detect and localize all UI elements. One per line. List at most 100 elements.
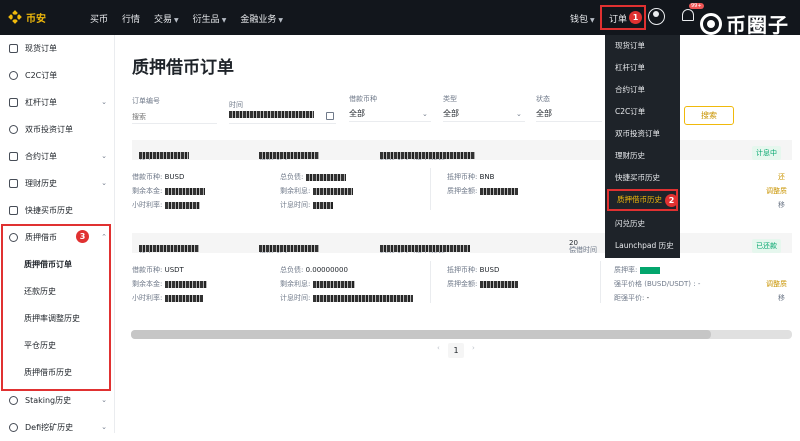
sidebar-item-spot-orders[interactable]: 现货订单 — [0, 35, 115, 62]
menu-item-dual-investment[interactable]: 双币投资订单 — [605, 123, 680, 145]
nav-trade[interactable]: 交易 ▼ — [154, 12, 179, 25]
row-label: 小时利率: — [132, 294, 163, 302]
sidebar-item-dual-investment[interactable]: 双币投资订单 — [0, 116, 115, 143]
pledge-amount-row: 质押金额: — [447, 279, 518, 289]
type-select[interactable]: 全部 — [443, 108, 525, 122]
nav-finance[interactable]: 金融业务 ▼ — [240, 12, 283, 25]
redacted-expire-time — [380, 245, 470, 252]
redacted-order-id — [139, 245, 199, 252]
divider — [600, 261, 601, 303]
menu-item-earn-history[interactable]: 理财历史 — [605, 145, 680, 167]
calendar-icon[interactable] — [326, 112, 334, 120]
chevron-down-icon: ⌄ — [101, 423, 107, 431]
redacted-borrow-time — [259, 245, 319, 252]
borrow-coin-label: 借款币种 — [349, 95, 377, 103]
page-title: 质押借币订单 — [132, 58, 234, 78]
menu-item-spot-orders[interactable]: 现货订单 — [605, 35, 680, 57]
sidebar-item-quick-buy-history[interactable]: 快捷买币历史 — [0, 197, 115, 224]
search-button[interactable]: 搜索 — [684, 106, 734, 125]
repay-time-label-text: 偿借时间 — [569, 246, 597, 254]
user-icon[interactable] — [648, 8, 665, 25]
redacted-value — [312, 294, 413, 302]
binance-logo[interactable]: 币安 — [8, 10, 46, 25]
principal-row: 剩余本金: — [132, 279, 207, 289]
principal-row: 剩余本金: — [132, 186, 205, 196]
order-card-2-header: 订单ID 借款时间 到期时间（借币期限） 偿借时间 20 已还款 — [132, 233, 792, 254]
menu-item-convert-history[interactable]: 闪兑历史 — [605, 213, 680, 235]
row-label: 质押金额: — [447, 187, 478, 195]
prev-page-button[interactable]: ‹ — [437, 344, 440, 352]
adjust-ltv-link[interactable]: 调整质 — [766, 279, 787, 289]
pledge-amount-row: 质押金额: — [447, 186, 518, 196]
borrow-coin-row: 借款币种: USDT — [132, 265, 184, 275]
defi-icon — [9, 423, 18, 432]
repay-link[interactable]: 还 — [778, 172, 785, 182]
sidebar-item-c2c-orders[interactable]: C2C订单 — [0, 62, 115, 89]
redacted-value — [312, 201, 333, 209]
nav-markets[interactable]: 行情 — [122, 12, 140, 25]
wallet-menu[interactable]: 钱包 ▼ — [570, 12, 595, 25]
order-no-search-input[interactable] — [132, 110, 217, 124]
redacted-value — [312, 280, 355, 288]
menu-item-futures-orders[interactable]: 合约订单 — [605, 79, 680, 101]
redacted-value — [305, 173, 346, 181]
collateral-value: BUSD — [479, 266, 500, 274]
redacted-order-id — [139, 152, 189, 159]
margin-icon — [9, 98, 18, 107]
quick-buy-icon — [9, 206, 18, 215]
order-card-1-header: 订单ID 借款时间 到期时间（借币期限） 计息中 — [132, 140, 792, 161]
row-label: 质押率: — [614, 266, 638, 274]
sidebar-item-label: 杠杆订单 — [25, 98, 57, 107]
sidebar-item-label: 理财历史 — [25, 179, 57, 188]
borrow-coin-select[interactable]: 全部 — [349, 108, 431, 122]
nav-derivatives[interactable]: 衍生品 ▼ — [193, 12, 227, 25]
nav-derivatives-label: 衍生品 — [192, 15, 220, 25]
next-page-button[interactable]: › — [472, 344, 475, 352]
menu-item-margin-orders[interactable]: 杠杆订单 — [605, 57, 680, 79]
menu-item-quick-buy-history[interactable]: 快捷买币历史 — [605, 167, 680, 189]
staking-icon — [9, 396, 18, 405]
row-label: 计息时间: — [280, 294, 311, 302]
chevron-down-icon: ⌄ — [101, 179, 107, 187]
sidebar-item-label: 双币投资订单 — [25, 125, 73, 134]
row-label: 总负债: — [280, 173, 304, 181]
horizontal-scrollbar[interactable] — [131, 330, 792, 339]
type-label: 类型 — [443, 95, 457, 103]
sidebar-item-defi-mining-history[interactable]: Defi挖矿历史 ⌄ — [0, 414, 115, 441]
status-select[interactable]: 全部 — [536, 108, 602, 122]
sidebar-item-earn-history[interactable]: 理财历史 ⌄ — [0, 170, 115, 197]
redacted-borrow-time — [259, 152, 319, 159]
nav-trade-label: 交易 — [154, 15, 173, 25]
more-link[interactable]: 移 — [778, 293, 785, 303]
divider — [430, 168, 431, 210]
redacted-value — [479, 280, 518, 288]
sidebar-item-futures-orders[interactable]: 合约订单 ⌄ — [0, 143, 115, 170]
bell-icon[interactable] — [681, 8, 694, 22]
status-badge: 计息中 — [752, 146, 781, 160]
time-range-input[interactable] — [229, 110, 336, 124]
order-no-label: 订单编号 — [132, 97, 160, 105]
total-debt-value: 0.00000000 — [305, 266, 348, 274]
collateral-value: BNB — [479, 173, 495, 181]
sidebar-item-label: Defi挖矿历史 — [25, 423, 74, 432]
distance-value: - — [646, 294, 650, 302]
chevron-down-icon: ⌄ — [101, 98, 107, 106]
chevron-down-icon: ▼ — [221, 17, 227, 24]
ltv-row: 质押率: — [614, 265, 660, 275]
adjust-ltv-link[interactable]: 调整质 — [766, 186, 787, 196]
interest-time-row: 计息时间: — [280, 293, 413, 303]
menu-item-launchpad-history[interactable]: Launchpad 历史 — [605, 235, 680, 257]
nav-buy-crypto[interactable]: 买币 — [90, 12, 108, 25]
nav-finance-label: 金融业务 — [240, 15, 277, 25]
sidebar-item-margin-orders[interactable]: 杠杆订单 ⌄ — [0, 89, 115, 116]
page-number-1[interactable]: 1 — [448, 343, 464, 358]
menu-item-c2c-orders[interactable]: C2C订单 — [605, 101, 680, 123]
row-label: 小时利率: — [132, 201, 163, 209]
sidebar-item-staking-history[interactable]: Staking历史 ⌄ — [0, 387, 115, 414]
redacted-value — [639, 266, 660, 274]
top-navigation-bar: 币安 买币 行情 交易▼ 衍生品▼ 金融业务▼ 钱包▼ 订单▼ 1 99+ 币圈… — [0, 0, 800, 37]
row-label: 质押金额: — [447, 280, 478, 288]
more-link[interactable]: 移 — [778, 200, 785, 210]
redacted-date — [229, 111, 314, 118]
scrollbar-thumb[interactable] — [131, 330, 711, 339]
